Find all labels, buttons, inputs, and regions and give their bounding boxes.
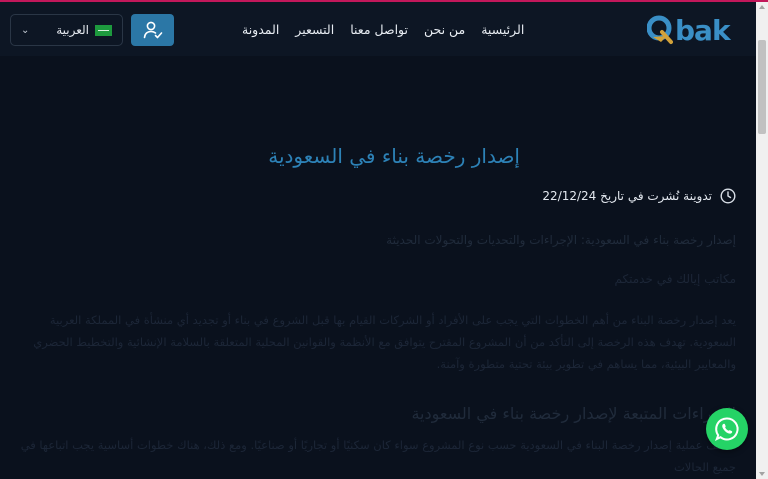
article-paragraph: يعد إصدار رخصة البناء من أهم الخطوات الت…: [33, 313, 736, 371]
whatsapp-icon: [715, 417, 739, 441]
publish-date-text: تدوينة نُشرت في تاريخ 22/12/24: [542, 189, 712, 203]
page-scrollbar[interactable]: [756, 2, 768, 479]
page-title: إصدار رخصة بناء في السعودية: [268, 144, 520, 168]
site-logo[interactable]: bak: [647, 11, 747, 49]
clock-icon: [720, 188, 736, 204]
scroll-up-arrow-icon[interactable]: [759, 5, 765, 9]
nav-blog[interactable]: المدونة: [234, 20, 287, 40]
language-selected: العربية: [56, 23, 112, 37]
user-check-icon: [143, 21, 162, 39]
nav-pricing[interactable]: التسعير: [287, 20, 342, 40]
publish-meta: تدوينة نُشرت في تاريخ 22/12/24: [542, 188, 736, 204]
logo-text: bak: [675, 13, 731, 47]
article-intro: مكاتب إيالك في خدمتكم: [614, 272, 737, 286]
whatsapp-button[interactable]: [706, 408, 748, 450]
logo-q-mark: [647, 15, 673, 44]
scroll-down-arrow-icon[interactable]: [759, 472, 765, 476]
saudi-flag-icon: [95, 24, 112, 36]
nav-contact[interactable]: تواصل معنا: [342, 20, 416, 40]
language-label: العربية: [56, 23, 89, 37]
article-subtitle: إصدار رخصة بناء في السعودية: الإجراءات و…: [386, 233, 736, 247]
section-paragraph: تختلف عملية إصدار رخصة البناء في السعودي…: [20, 438, 736, 474]
site-header: ⌄ العربية الرئيسية من نحن تواصل معنا الت…: [0, 2, 756, 56]
nav-about[interactable]: من نحن: [416, 20, 473, 40]
main-nav: الرئيسية من نحن تواصل معنا التسعير المدو…: [234, 20, 532, 40]
language-select[interactable]: ⌄ العربية: [10, 14, 123, 46]
chevron-down-icon: ⌄: [21, 24, 30, 36]
nav-home[interactable]: الرئيسية: [473, 20, 532, 40]
section-heading: الإجراءات المتبعة لإصدار رخصة بناء في ال…: [411, 404, 736, 423]
article-content: إصدار رخصة بناء في السعودية تدوينة نُشرت…: [0, 56, 756, 479]
user-login-button[interactable]: [131, 14, 174, 46]
scroll-thumb[interactable]: [758, 40, 766, 134]
